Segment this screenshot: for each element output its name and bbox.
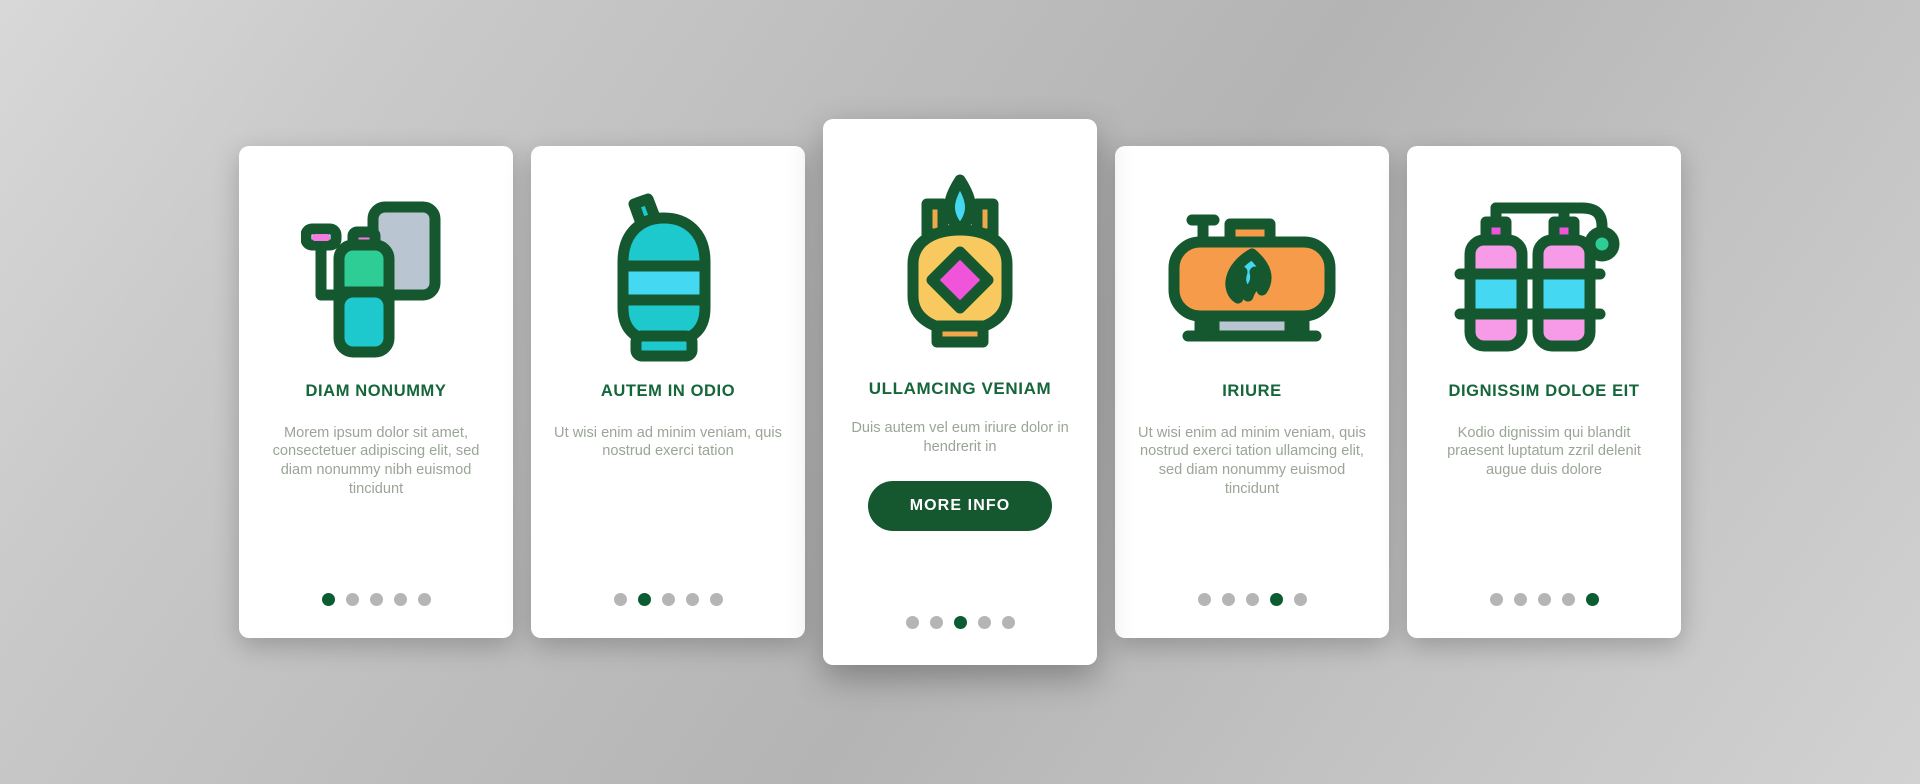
card-title: AUTEM IN ODIO: [600, 382, 736, 400]
more-info-button[interactable]: MORE INFO: [867, 480, 1053, 531]
onboarding-screens-board: DIAM NONUMMY Morem ipsum dolor sit amet,…: [0, 0, 1920, 784]
pagination-dot-2[interactable]: [345, 593, 359, 606]
pagination-dots[interactable]: [239, 593, 513, 606]
pagination-dot-5[interactable]: [1001, 616, 1015, 629]
pagination-dot-1[interactable]: [1489, 593, 1503, 606]
onboarding-card-4[interactable]: IRIURE Ut wisi enim ad minim veniam, qui…: [1115, 146, 1389, 638]
pagination-dot-4[interactable]: [1561, 593, 1575, 606]
pagination-dot-4[interactable]: [1269, 593, 1283, 606]
pagination-dot-2[interactable]: [1513, 593, 1527, 606]
pagination-dot-5[interactable]: [417, 593, 431, 606]
pagination-dot-1[interactable]: [321, 593, 335, 606]
pagination-dot-3[interactable]: [369, 593, 383, 606]
pagination-dot-3[interactable]: [661, 593, 675, 606]
lpg-tank-flame-icon: [843, 147, 1077, 379]
card-body-text: Ut wisi enim ad minim veniam, quis nostr…: [1138, 424, 1366, 497]
pagination-dot-3[interactable]: [953, 616, 967, 629]
pagination-dots[interactable]: [1407, 593, 1681, 606]
gas-cylinder-with-regulator-icon: [259, 172, 493, 382]
pagination-dot-4[interactable]: [685, 593, 699, 606]
onboarding-card-1[interactable]: DIAM NONUMMY Morem ipsum dolor sit amet,…: [239, 146, 513, 638]
pagination-dots[interactable]: [531, 593, 805, 606]
card-body-text: Duis autem vel eum iriure dolor in hendr…: [851, 420, 1069, 456]
pagination-dot-1[interactable]: [905, 616, 919, 629]
horizontal-gas-tank-flame-icon: [1135, 172, 1369, 382]
onboarding-card-3[interactable]: ULLAMCING VENIAM Duis autem vel eum iriu…: [823, 119, 1097, 665]
pagination-dot-2[interactable]: [637, 593, 651, 606]
pagination-dot-5[interactable]: [1585, 593, 1599, 606]
pagination-dots[interactable]: [1115, 593, 1389, 606]
card-title: DIAM NONUMMY: [305, 382, 447, 400]
pagination-dot-4[interactable]: [393, 593, 407, 606]
pagination-dot-1[interactable]: [1197, 593, 1211, 606]
onboarding-card-5[interactable]: DIGNISSIM DOLOE EIT Kodio dignissim qui …: [1407, 146, 1681, 638]
card-body-text: Morem ipsum dolor sit amet, consectetuer…: [272, 424, 480, 497]
twin-gas-cylinders-icon: [1427, 172, 1661, 382]
card-body-text: Kodio dignissim qui blandit praesent lup…: [1447, 424, 1641, 479]
pagination-dot-5[interactable]: [1293, 593, 1307, 606]
card-title: ULLAMCING VENIAM: [868, 379, 1052, 398]
card-title: DIGNISSIM DOLOE EIT: [1448, 382, 1640, 400]
propane-bottle-icon: [551, 172, 785, 382]
pagination-dot-2[interactable]: [1221, 593, 1235, 606]
onboarding-card-2[interactable]: AUTEM IN ODIO Ut wisi enim ad minim veni…: [531, 146, 805, 638]
pagination-dots[interactable]: [823, 616, 1097, 629]
pagination-dot-3[interactable]: [1245, 593, 1259, 606]
pagination-dot-3[interactable]: [1537, 593, 1551, 606]
pagination-dot-2[interactable]: [929, 616, 943, 629]
pagination-dot-1[interactable]: [613, 593, 627, 606]
card-body-text: Ut wisi enim ad minim veniam, quis nostr…: [554, 424, 782, 460]
pagination-dot-5[interactable]: [709, 593, 723, 606]
pagination-dot-4[interactable]: [977, 616, 991, 629]
card-title: IRIURE: [1222, 382, 1282, 400]
